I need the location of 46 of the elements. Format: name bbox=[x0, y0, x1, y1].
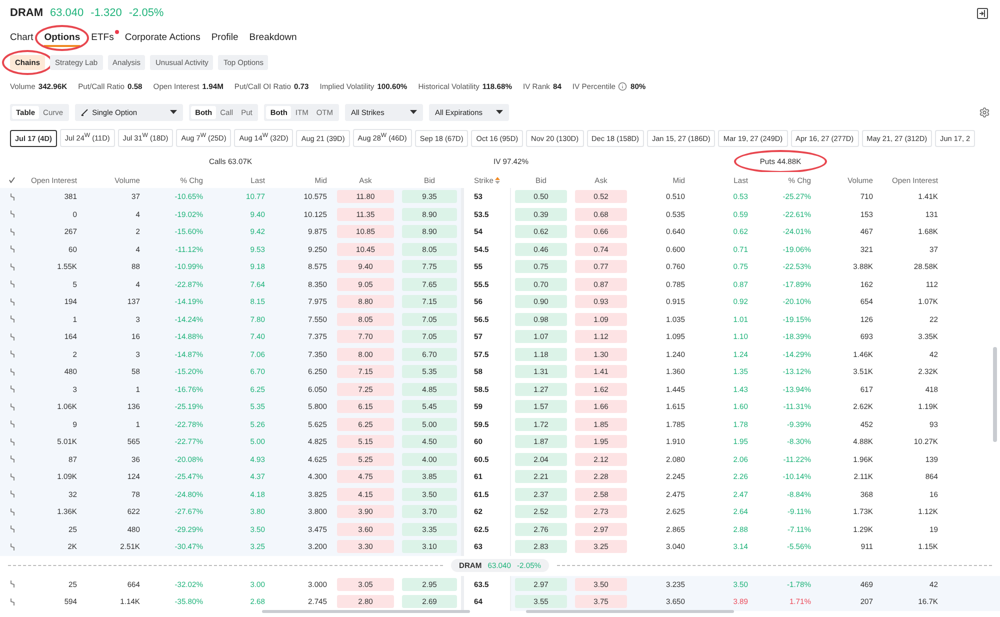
trend-icon bbox=[10, 455, 14, 464]
trend-icon bbox=[10, 280, 14, 288]
ticker-symbol: DRAM bbox=[10, 7, 43, 19]
trend-icon bbox=[10, 385, 14, 394]
info-icon[interactable] bbox=[618, 82, 628, 90]
trend-icon bbox=[10, 508, 14, 516]
trend-icon bbox=[10, 525, 14, 534]
nav-tab[interactable]: Chart bbox=[10, 30, 34, 46]
trend-icon bbox=[10, 438, 14, 446]
price-change: -1.320 bbox=[90, 7, 122, 19]
caret-icon bbox=[410, 110, 417, 114]
trend-icon bbox=[10, 598, 14, 606]
nav-tab[interactable]: Breakdown bbox=[249, 30, 297, 46]
trend-icon bbox=[10, 228, 14, 236]
trend-icon bbox=[10, 262, 14, 271]
trend-icon bbox=[10, 368, 14, 376]
trend-icon bbox=[10, 192, 14, 201]
nav-tab[interactable]: Options bbox=[44, 30, 80, 46]
trend-icon bbox=[10, 490, 14, 498]
caret-icon bbox=[496, 110, 503, 114]
nav-tab[interactable]: Corporate Actions bbox=[124, 30, 200, 46]
last-price: 63.040 bbox=[50, 7, 84, 19]
sort-icon[interactable] bbox=[495, 176, 500, 184]
trend-icon bbox=[10, 245, 14, 254]
check-icon bbox=[9, 177, 15, 183]
collapse-panel-icon[interactable] bbox=[977, 8, 988, 18]
nav-tab[interactable]: Profile bbox=[211, 30, 238, 46]
nav-tab[interactable]: ETFs bbox=[91, 30, 114, 46]
trend-icon bbox=[10, 472, 14, 481]
settings-button[interactable] bbox=[979, 106, 990, 118]
scrollbar-thumb[interactable] bbox=[262, 610, 470, 613]
trend-icon bbox=[10, 580, 14, 588]
scrollbar-thumb[interactable] bbox=[526, 610, 734, 613]
trend-icon bbox=[10, 332, 14, 341]
trend-icon bbox=[10, 210, 14, 218]
trend-icon bbox=[10, 315, 14, 324]
slash-icon bbox=[81, 108, 88, 116]
trend-icon bbox=[10, 350, 14, 358]
caret-icon bbox=[170, 110, 178, 114]
percent-change: -2.05% bbox=[128, 7, 164, 19]
settings-icon bbox=[979, 106, 990, 118]
scrollbar-thumb[interactable] bbox=[993, 347, 997, 442]
trend-icon bbox=[10, 298, 14, 306]
trend-icon bbox=[10, 542, 14, 551]
trend-icon bbox=[10, 402, 14, 411]
trend-icon bbox=[10, 420, 14, 428]
